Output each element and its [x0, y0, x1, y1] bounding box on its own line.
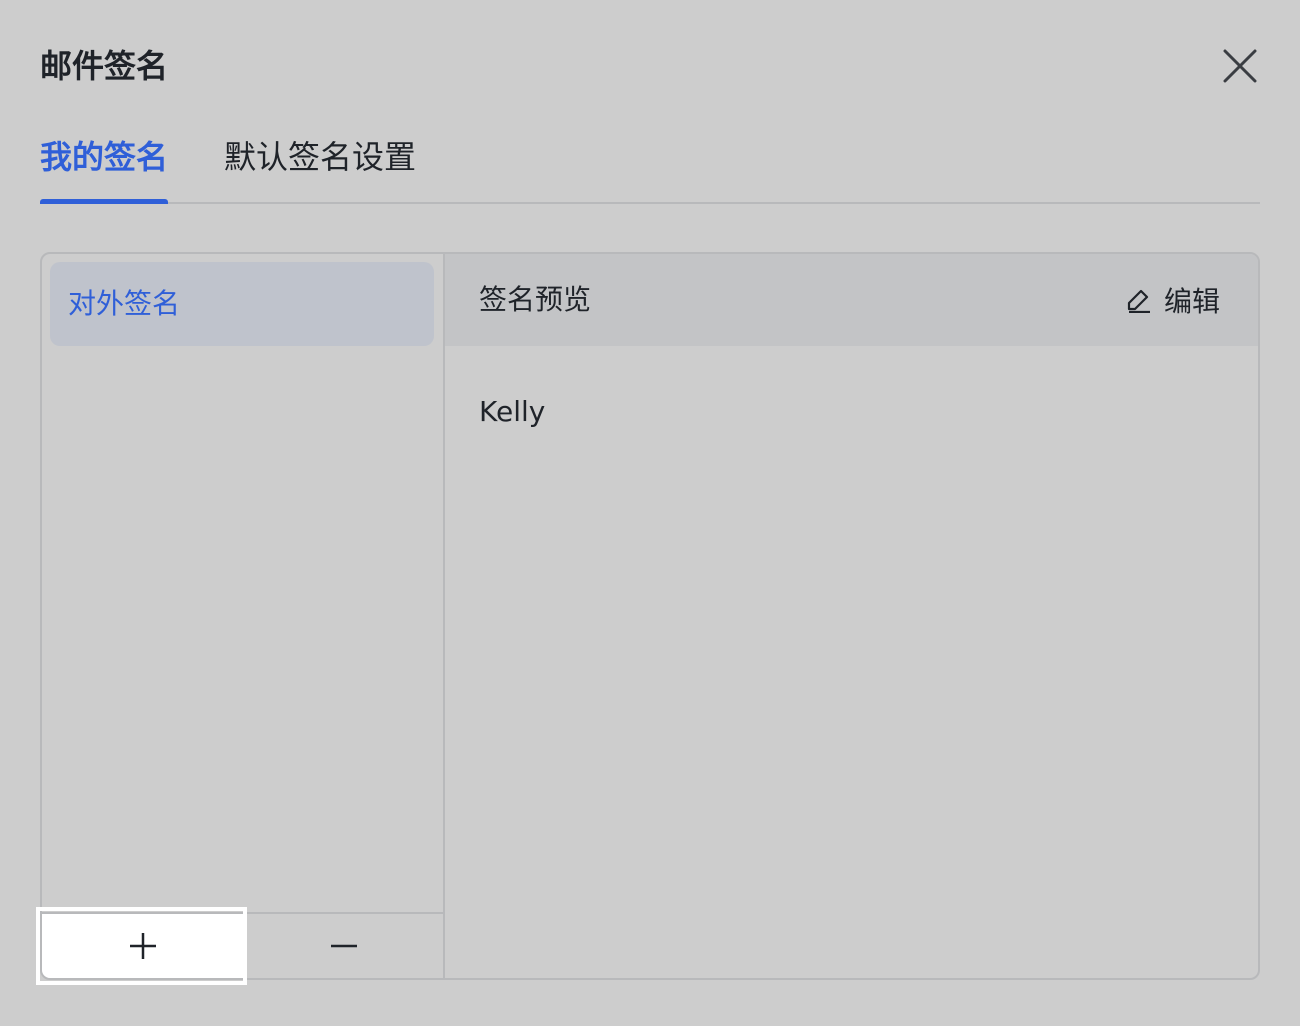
- add-signature-button[interactable]: [42, 914, 244, 978]
- dialog-title: 邮件签名: [40, 47, 169, 85]
- signature-panel: 对外签名 签名预览 编辑 Kelly: [40, 252, 1260, 980]
- active-tab-indicator: [40, 199, 168, 204]
- close-button[interactable]: [1218, 44, 1262, 88]
- minus-icon: [330, 944, 357, 948]
- tab-bar: 我的签名 默认签名设置: [40, 130, 1260, 204]
- signature-list-toolbar: [42, 912, 443, 978]
- signature-item-external[interactable]: 对外签名: [50, 262, 434, 346]
- signature-dialog: 邮件签名 我的签名 默认签名设置 对外签名 签名预览 编辑 Kelly: [0, 0, 1300, 1026]
- remove-signature-button[interactable]: [244, 914, 443, 978]
- tab-label: 默认签名设置: [224, 138, 417, 176]
- preview-header: 签名预览 编辑: [445, 254, 1258, 346]
- preview-title: 签名预览: [479, 283, 592, 316]
- signature-item-label: 对外签名: [68, 287, 181, 320]
- signature-list: 对外签名: [42, 254, 445, 978]
- plus-icon: [130, 933, 156, 959]
- tab-default-signature-settings[interactable]: 默认签名设置: [224, 130, 416, 202]
- edit-label: 编辑: [1163, 285, 1220, 318]
- pencil-icon: [1127, 289, 1150, 313]
- tab-my-signatures[interactable]: 我的签名: [40, 130, 169, 204]
- signature-preview-content: Kelly: [479, 395, 546, 428]
- close-icon: [1223, 49, 1257, 83]
- tab-label: 我的签名: [40, 138, 169, 176]
- edit-signature-button[interactable]: 编辑: [1126, 254, 1220, 346]
